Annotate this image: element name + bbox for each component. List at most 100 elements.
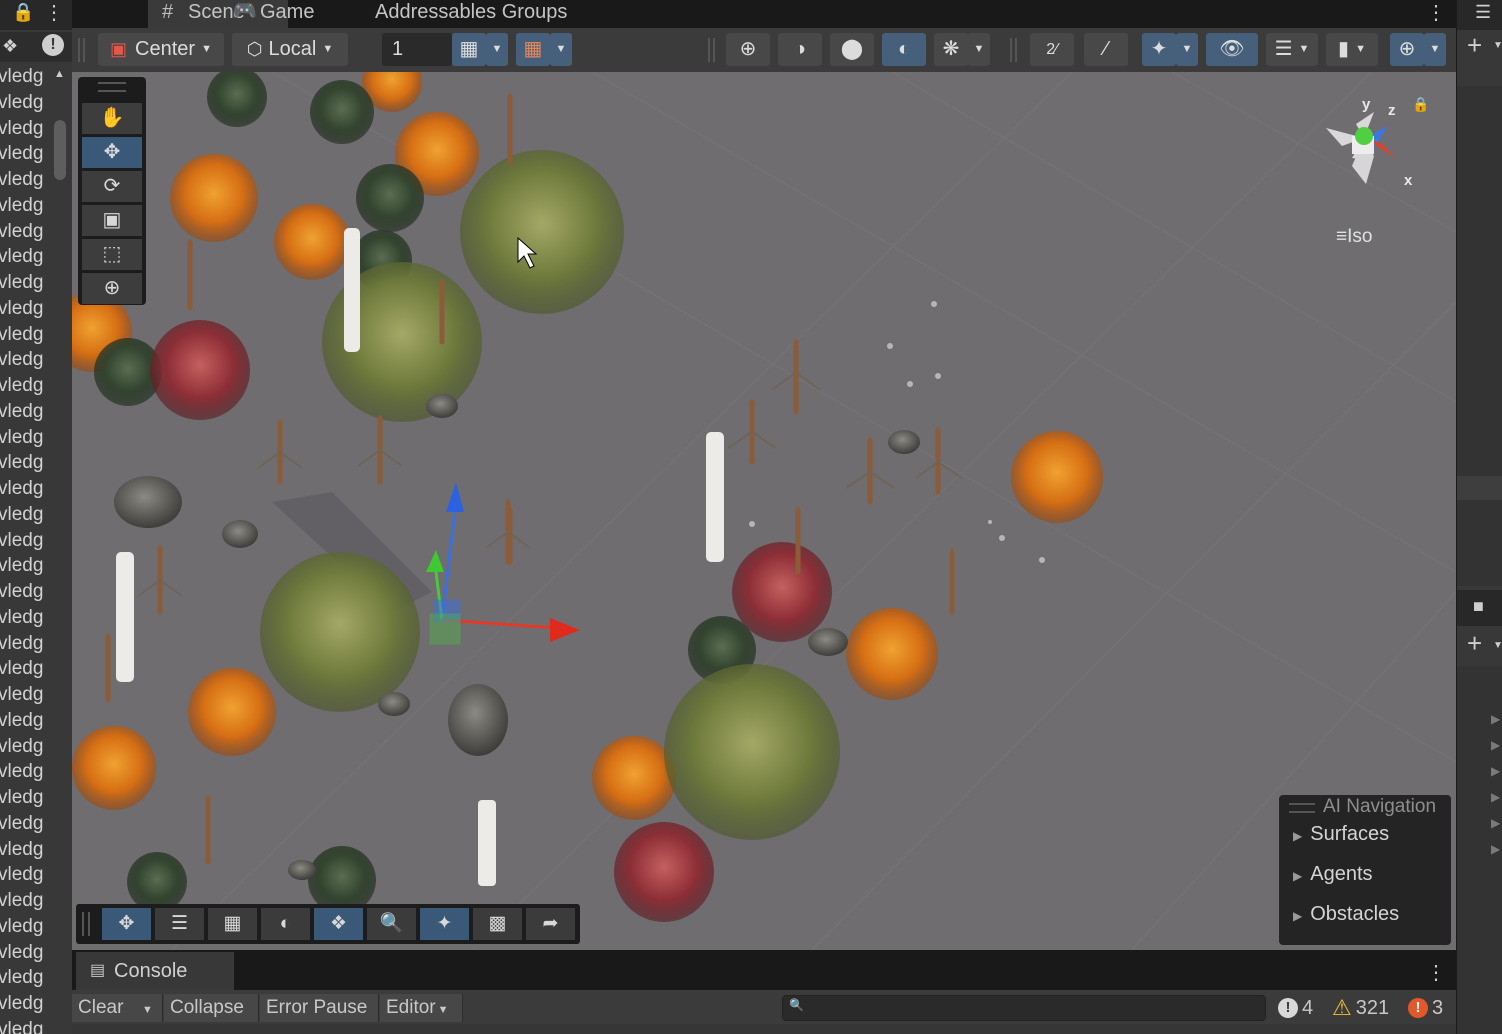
- overlay-grip[interactable]: [82, 912, 90, 936]
- hierarchy-row[interactable]: vledg: [0, 888, 56, 914]
- scroll-up-icon[interactable]: ▲: [54, 68, 65, 80]
- hierarchy-row[interactable]: vledg: [0, 476, 56, 502]
- hierarchy-row[interactable]: vledg: [0, 502, 56, 528]
- scale-tool-button[interactable]: ▣: [82, 205, 142, 236]
- hierarchy-row[interactable]: vledg: [0, 347, 56, 373]
- grid-snap-field[interactable]: 1: [382, 33, 452, 66]
- hierarchy-row[interactable]: vledg: [0, 991, 56, 1017]
- 2d-toggle-button[interactable]: 2⁄: [1030, 33, 1074, 66]
- hierarchy-row[interactable]: vledg: [0, 64, 56, 90]
- hierarchy-row[interactable]: vledg: [0, 605, 56, 631]
- log-count-badge[interactable]: ! 4: [1278, 994, 1313, 1022]
- projection-toggle[interactable]: ≡Iso: [1336, 226, 1372, 248]
- tag-icon[interactable]: ❖: [2, 36, 18, 57]
- scene-viewport[interactable]: y z x 🔒 ≡Iso: [72, 72, 1456, 950]
- hierarchy-row[interactable]: vledg: [0, 785, 56, 811]
- warning-count-badge[interactable]: ⚠ 321: [1332, 994, 1389, 1022]
- lighting-toggle-button[interactable]: ◐: [882, 33, 926, 66]
- overlay-pivot-button[interactable]: ✦: [420, 908, 469, 940]
- hierarchy-row[interactable]: vledg: [0, 682, 56, 708]
- effects-dropdown[interactable]: ▼: [1176, 33, 1198, 66]
- ai-navigation-item-agents[interactable]: ▶ Agents: [1293, 863, 1373, 886]
- pivot-mode-dropdown[interactable]: ▣ Center ▼: [98, 33, 224, 66]
- hierarchy-row[interactable]: vledg: [0, 244, 56, 270]
- snap-dropdown[interactable]: ▼: [550, 33, 572, 66]
- hierarchy-row[interactable]: vledg: [0, 553, 56, 579]
- hierarchy-row[interactable]: vledg: [0, 811, 56, 837]
- gizmos-button[interactable]: ⊕: [1390, 33, 1424, 66]
- chevron-down-icon[interactable]: ▼: [1493, 40, 1502, 51]
- hierarchy-row[interactable]: vledg: [0, 296, 56, 322]
- overlay-grip[interactable]: [98, 82, 126, 92]
- grid-dropdown[interactable]: ▼: [486, 33, 508, 66]
- more-menu-icon[interactable]: ⋮: [44, 0, 64, 25]
- pivot-rotation-dropdown[interactable]: ⬡ Local ▼: [232, 33, 348, 66]
- hierarchy-row[interactable]: vledg: [0, 90, 56, 116]
- tab-addressables-groups[interactable]: Addressables Groups: [375, 0, 615, 28]
- add-icon[interactable]: +: [1467, 30, 1482, 61]
- draw-mode-shaded-wire-button[interactable]: ◑: [778, 33, 822, 66]
- overlay-camera-button[interactable]: ▩: [473, 908, 522, 940]
- move-tool-button[interactable]: ✥: [82, 137, 142, 168]
- triangle-right-icon[interactable]: ▶: [1491, 712, 1500, 726]
- gizmos-dropdown[interactable]: ▼: [1424, 33, 1446, 66]
- camera-button[interactable]: ▮ ▼: [1326, 33, 1378, 66]
- overlay-lighting-button[interactable]: ◐: [261, 908, 310, 940]
- overlay-move-button[interactable]: ✥: [102, 908, 151, 940]
- draw-mode-wireframe-button[interactable]: ⊕: [726, 33, 770, 66]
- triangle-right-icon[interactable]: ▶: [1491, 738, 1500, 752]
- chevron-down-icon[interactable]: ▼: [1493, 640, 1502, 651]
- add-icon[interactable]: +: [1467, 628, 1482, 659]
- hierarchy-row[interactable]: vledg: [0, 940, 56, 966]
- overlay-grid-button[interactable]: ▦: [208, 908, 257, 940]
- transform-tool-button[interactable]: ⊕: [82, 273, 142, 304]
- rotate-tool-button[interactable]: ⟳: [82, 171, 142, 202]
- overlay-grip[interactable]: [1289, 803, 1315, 813]
- audio-toggle-button[interactable]: ⁄: [1084, 33, 1128, 66]
- hierarchy-row[interactable]: vledg: [0, 450, 56, 476]
- triangle-right-icon[interactable]: ▶: [1491, 816, 1500, 830]
- error-pause-toggle[interactable]: Error Pause: [260, 994, 379, 1022]
- hierarchy-row[interactable]: vledg: [0, 708, 56, 734]
- hierarchy-row[interactable]: vledg: [0, 1017, 56, 1034]
- tab-more-icon[interactable]: ⋮: [1426, 0, 1446, 25]
- hierarchy-row[interactable]: vledg: [0, 399, 56, 425]
- list-icon[interactable]: ☰: [1475, 2, 1491, 23]
- view-tool-button[interactable]: ✋: [82, 103, 142, 134]
- hierarchy-row[interactable]: vledg: [0, 141, 56, 167]
- hierarchy-row[interactable]: vledg: [0, 425, 56, 451]
- hierarchy-list[interactable]: vledg vledg vledg vledg vledg vledg vledg vledg…: [0, 64, 56, 1034]
- hierarchy-row[interactable]: vledg: [0, 579, 56, 605]
- hierarchy-row[interactable]: vledg: [0, 193, 56, 219]
- hierarchy-row[interactable]: vledg: [0, 837, 56, 863]
- tab-game[interactable]: 🎮 Game: [232, 0, 352, 28]
- hierarchy-row[interactable]: vledg: [0, 219, 56, 245]
- console-log-area[interactable]: [72, 1024, 1456, 1034]
- error-count-badge[interactable]: ! 3: [1408, 994, 1443, 1022]
- snap-toggle-button[interactable]: ▦: [516, 33, 550, 66]
- grid-visibility-button[interactable]: ▦: [452, 33, 486, 66]
- triangle-right-icon[interactable]: ▶: [1491, 790, 1500, 804]
- triangle-right-icon[interactable]: ▶: [1491, 842, 1500, 856]
- hierarchy-row[interactable]: vledg: [0, 734, 56, 760]
- overlay-search-button[interactable]: 🔍: [367, 908, 416, 940]
- debug-draw-dropdown[interactable]: ▼: [968, 33, 990, 66]
- overlay-layers-button[interactable]: ❖: [314, 908, 363, 940]
- draw-mode-shaded-button[interactable]: ⬤: [830, 33, 874, 66]
- clear-button[interactable]: Clear: [72, 994, 143, 1022]
- hierarchy-row[interactable]: vledg: [0, 862, 56, 888]
- console-more-icon[interactable]: ⋮: [1426, 960, 1446, 985]
- hierarchy-row[interactable]: vledg: [0, 631, 56, 657]
- scene-visibility-button[interactable]: 👁: [1206, 33, 1258, 66]
- editor-dropdown[interactable]: Editor ▼: [380, 994, 463, 1022]
- debug-draw-button[interactable]: ❋: [934, 33, 968, 66]
- hierarchy-row[interactable]: vledg: [0, 373, 56, 399]
- overlay-compass-button[interactable]: ➦: [526, 908, 575, 940]
- hierarchy-row[interactable]: vledg: [0, 270, 56, 296]
- hierarchy-row[interactable]: vledg: [0, 116, 56, 142]
- clear-options-dropdown[interactable]: ▼: [136, 994, 163, 1022]
- hierarchy-row[interactable]: vledg: [0, 322, 56, 348]
- hierarchy-row[interactable]: vledg: [0, 167, 56, 193]
- hierarchy-row[interactable]: vledg: [0, 914, 56, 940]
- rect-tool-button[interactable]: ⬚: [82, 239, 142, 270]
